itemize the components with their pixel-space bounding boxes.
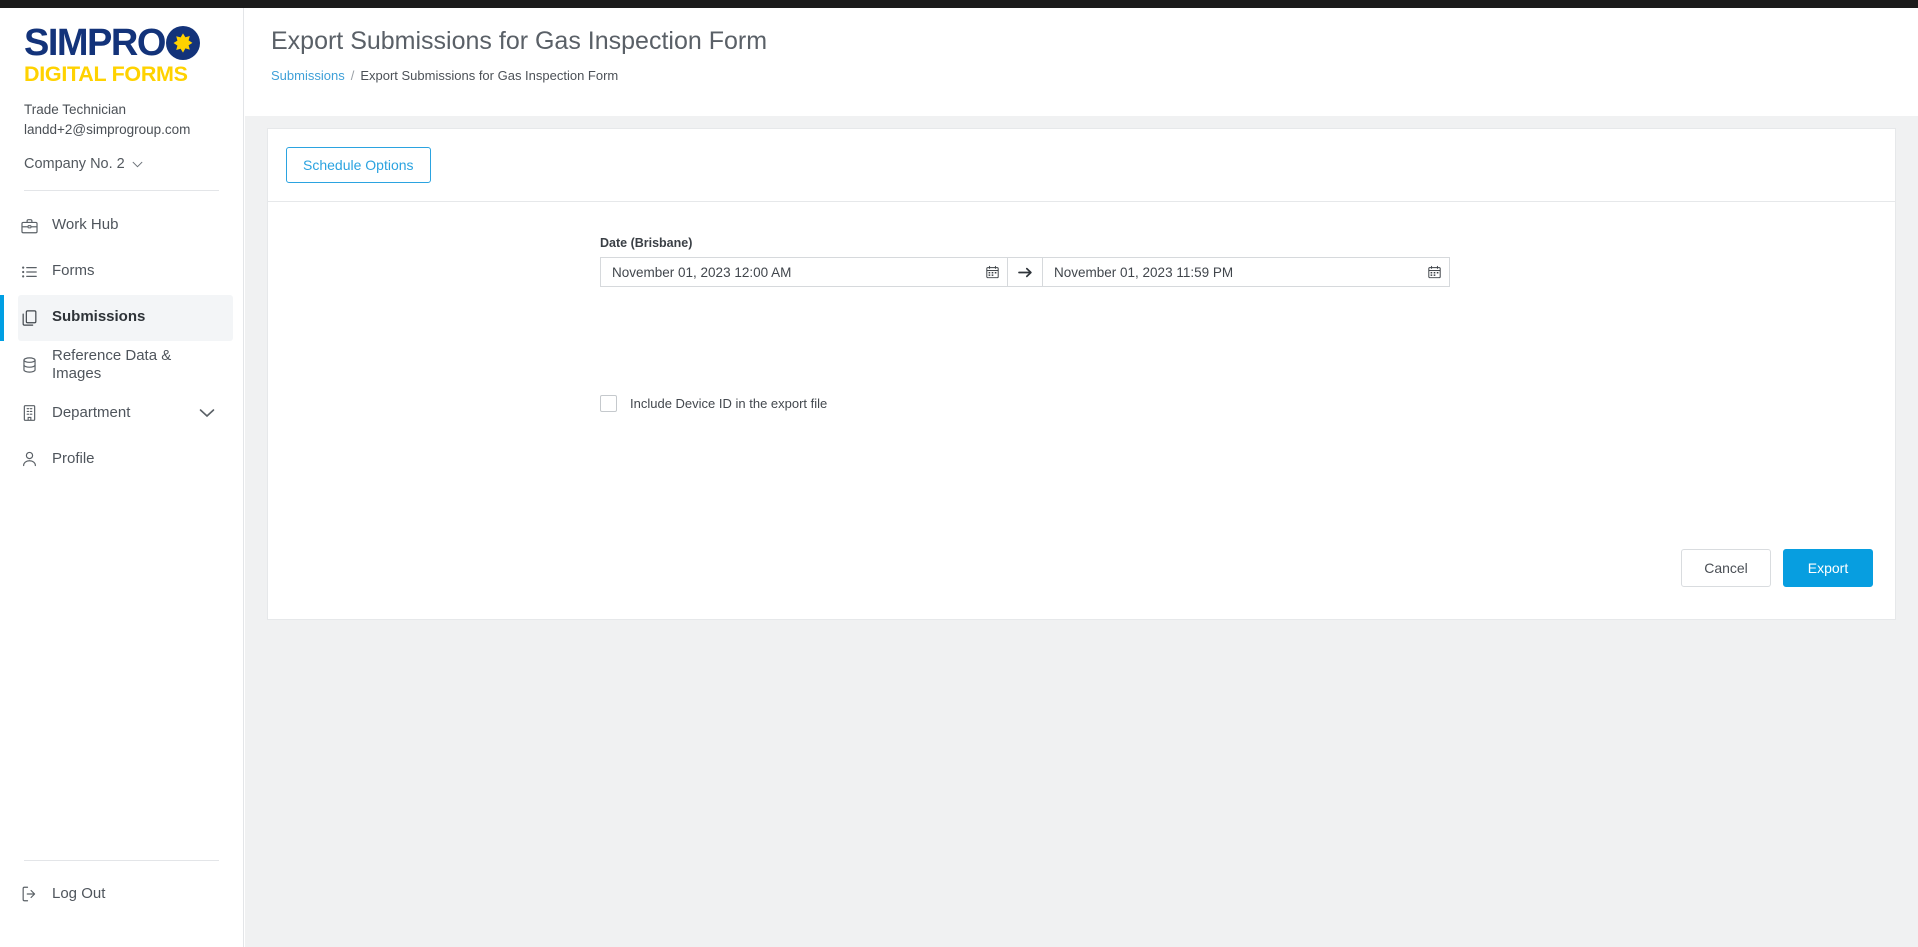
documents-icon xyxy=(18,308,40,327)
date-range-control: November 01, 2023 12:00 AM November 01, … xyxy=(600,257,1450,287)
top-bar xyxy=(0,0,1918,8)
breadcrumb: Submissions / Export Submissions for Gas… xyxy=(271,68,1918,83)
device-id-checkbox[interactable] xyxy=(600,395,617,412)
list-icon xyxy=(18,262,40,281)
main-content: Export Submissions for Gas Inspection Fo… xyxy=(245,8,1918,947)
date-range-field: Date (Brisbane) November 01, 2023 12:00 … xyxy=(600,236,1450,287)
breadcrumb-link-submissions[interactable]: Submissions xyxy=(271,68,345,83)
card-body: Date (Brisbane) November 01, 2023 12:00 … xyxy=(268,202,1895,619)
device-id-checkbox-row: Include Device ID in the export file xyxy=(600,395,1895,412)
logout-divider xyxy=(24,860,219,861)
sidebar-item-profile[interactable]: Profile xyxy=(18,436,233,482)
date-from-value: November 01, 2023 12:00 AM xyxy=(612,264,792,280)
breadcrumb-current: Export Submissions for Gas Inspection Fo… xyxy=(360,68,619,83)
schedule-options-button[interactable]: Schedule Options xyxy=(286,147,431,183)
sidebar-item-reference-data[interactable]: Reference Data & Images xyxy=(18,341,233,391)
logout-button[interactable]: Log Out xyxy=(18,871,233,917)
cancel-button[interactable]: Cancel xyxy=(1681,549,1771,587)
sidebar-item-department[interactable]: Department xyxy=(18,390,233,436)
card-actions: Cancel Export xyxy=(1681,549,1873,587)
company-name: Company No. 2 xyxy=(24,155,125,172)
company-switcher[interactable]: Company No. 2 xyxy=(24,156,243,172)
date-to-input[interactable]: November 01, 2023 11:59 PM xyxy=(1042,257,1450,287)
date-to-value: November 01, 2023 11:59 PM xyxy=(1054,264,1234,280)
export-card: Schedule Options Date (Brisbane) Novembe… xyxy=(267,128,1896,620)
logout-label: Log Out xyxy=(52,884,106,902)
sidebar-item-label: Profile xyxy=(52,449,95,467)
briefcase-icon xyxy=(18,216,40,235)
card-toolbar: Schedule Options xyxy=(268,129,1895,202)
arrow-right-icon[interactable] xyxy=(1008,257,1042,287)
sidebar-divider xyxy=(24,189,219,191)
chevron-down-icon[interactable] xyxy=(199,408,215,418)
chevron-down-icon xyxy=(132,156,143,172)
user-role: Trade Technician xyxy=(24,101,127,117)
sidebar-nav: Work Hub Forms Submissions Reference Dat… xyxy=(0,203,243,483)
brand-block: SIMPRO DIGITAL FORMS Trade Technician la… xyxy=(0,8,243,172)
sidebar-item-label: Work Hub xyxy=(52,216,119,234)
logo-star-icon xyxy=(165,26,200,60)
sidebar-item-label: Reference Data & Images xyxy=(52,346,172,383)
sign-out-icon xyxy=(18,885,40,904)
date-range-label: Date (Brisbane) xyxy=(600,236,693,250)
page-title: Export Submissions for Gas Inspection Fo… xyxy=(271,27,768,55)
export-button[interactable]: Export xyxy=(1783,549,1873,587)
user-icon xyxy=(18,450,40,469)
device-id-checkbox-label[interactable]: Include Device ID in the export file xyxy=(630,396,827,411)
sidebar-item-work-hub[interactable]: Work Hub xyxy=(18,203,233,249)
building-icon xyxy=(18,404,40,423)
calendar-icon[interactable] xyxy=(1428,265,1441,279)
user-email: landd+2@simprogroup.com xyxy=(24,121,191,137)
date-from-input[interactable]: November 01, 2023 12:00 AM xyxy=(600,257,1008,287)
sidebar-item-submissions[interactable]: Submissions xyxy=(0,294,233,341)
content-area: Schedule Options Date (Brisbane) Novembe… xyxy=(245,116,1918,947)
sidebar-item-label: Forms xyxy=(52,262,95,280)
sidebar-item-label: Department xyxy=(52,403,131,421)
sidebar-item-label: Submissions xyxy=(52,308,146,326)
logout-section: Log Out xyxy=(0,860,243,917)
page-header: Export Submissions for Gas Inspection Fo… xyxy=(245,8,1918,83)
logo-subtitle: DIGITAL FORMS xyxy=(24,62,188,86)
database-icon xyxy=(18,356,40,375)
logo-wordmark: SIMPRO xyxy=(24,22,166,64)
sidebar-item-forms[interactable]: Forms xyxy=(18,249,233,295)
calendar-icon[interactable] xyxy=(986,265,999,279)
app-root: SIMPRO DIGITAL FORMS Trade Technician la… xyxy=(0,0,1918,947)
logo: SIMPRO xyxy=(24,24,243,62)
breadcrumb-separator: / xyxy=(350,68,355,83)
sidebar: SIMPRO DIGITAL FORMS Trade Technician la… xyxy=(0,8,244,947)
